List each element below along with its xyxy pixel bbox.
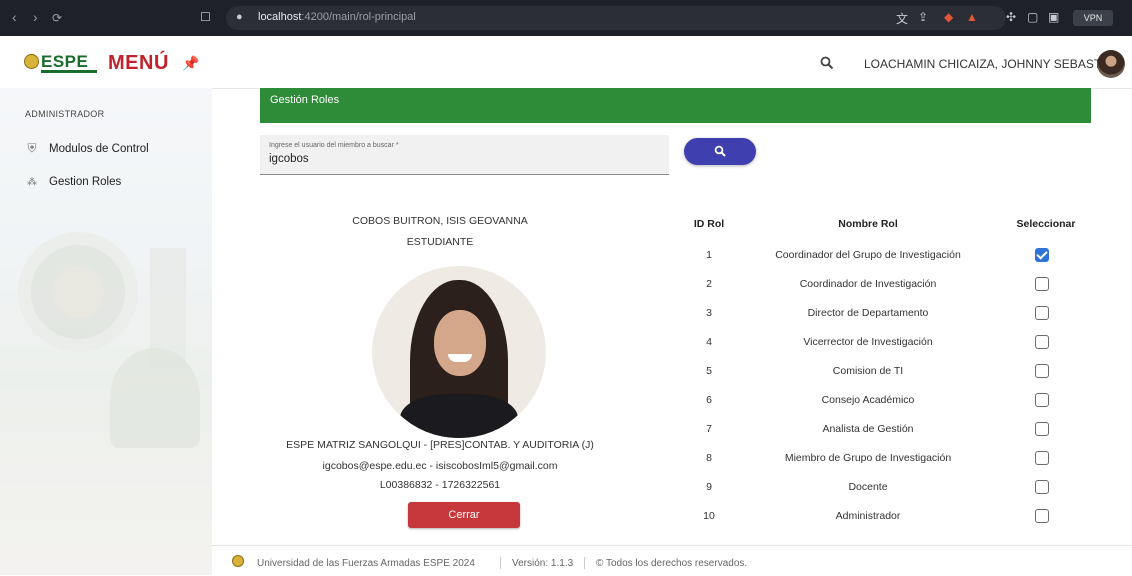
role-name-cell: Miembro de Grupo de Investigación [784,452,952,464]
role-id-cell: 5 [706,365,712,377]
role-select-checkbox[interactable] [1035,393,1049,407]
back-icon[interactable]: ‹ [12,9,17,25]
role-select-checkbox[interactable] [1035,509,1049,523]
user-avatar[interactable] [1097,50,1125,78]
sidebar [0,88,212,575]
sidebar-toggle-icon[interactable]: ▢ [1027,10,1038,24]
role-name-cell: Analista de Gestión [822,423,914,435]
search-icon [714,145,726,157]
role-select-checkbox[interactable] [1035,335,1049,349]
espe-logo[interactable]: ESPE [24,52,100,76]
reload-icon[interactable]: ⟳ [52,11,62,25]
user-name[interactable]: LOACHAMIN CHICAIZA, JOHNNY SEBASTIAN [864,57,1121,71]
role-name-cell: Director de Departamento [807,307,929,319]
footer: Universidad de las Fuerzas Armadas ESPE … [212,545,1132,576]
url-host: localhost [258,11,302,23]
role-id-cell: 6 [706,394,712,406]
brave-rewards-icon[interactable]: ▲ [966,10,978,24]
role-id-cell: 9 [706,481,712,493]
sidebar-item-label: Gestion Roles [49,176,122,188]
role-name-cell: Coordinador de Investigación [799,278,937,290]
browser-chrome: ‹ › ⟳ ☐ ● localhost:4200/main/rol-princi… [0,0,1132,36]
role-name-cell: Vicerrector de Investigación [803,336,933,348]
role-name-cell: Docente [848,481,888,493]
page-title: Gestión Roles [270,94,340,106]
search-input-value[interactable]: igcobos [269,153,309,165]
role-select-checkbox[interactable] [1035,306,1049,320]
pin-icon[interactable]: 📌 [182,55,199,72]
url-text[interactable]: localhost:4200/main/rol-principal [258,11,416,23]
espe-seal-icon [24,54,39,69]
logo-text: ESPE [41,52,89,71]
role-select-checkbox[interactable] [1035,422,1049,436]
role-select-checkbox[interactable] [1035,451,1049,465]
role-select-checkbox[interactable] [1035,277,1049,291]
logo-underline [41,70,97,73]
role-select-checkbox[interactable] [1035,480,1049,494]
profile-photo [372,266,546,438]
role-id-cell: 1 [706,249,712,261]
url-path: :4200/main/rol-principal [301,11,416,23]
page-banner: Gestión Roles [260,88,1091,123]
sidebar-item-gestion-roles[interactable]: ⁂ Gestion Roles [25,176,121,188]
share-icon[interactable]: ⇪ [918,10,928,24]
menu-title: MENÚ [108,52,169,74]
footer-university: Universidad de las Fuerzas Armadas ESPE … [257,558,475,569]
site-info-icon[interactable]: ● [236,11,243,23]
search-icon[interactable] [820,56,834,75]
translate-icon[interactable]: 文 [896,10,908,27]
role-id-cell: 2 [706,278,712,290]
bookmark-icon[interactable]: ☐ [200,10,211,24]
role-id-cell: 8 [706,452,712,464]
column-header-name: Nombre Rol [838,218,898,230]
role-name-cell: Consejo Académico [821,394,915,406]
role-id-cell: 7 [706,423,712,435]
role-select-checkbox[interactable] [1035,364,1049,378]
profile-campus: ESPE MATRIZ SANGOLQUI - [PRES]CONTAB. Y … [286,439,594,451]
espe-seal-icon [232,555,244,567]
users-icon: ⁂ [27,176,37,188]
brave-shield-icon[interactable]: ◆ [944,10,953,24]
profile-role: ESTUDIANTE [406,236,474,248]
column-header-select: Seleccionar [1016,218,1076,230]
footer-version: Versión: 1.1.3 [512,558,574,569]
role-select-checkbox[interactable] [1035,248,1049,262]
profile-name: COBOS BUITRON, ISIS GEOVANNA [352,215,528,227]
sidebar-item-label: Modulos de Control [49,142,149,155]
search-button[interactable] [684,138,756,165]
role-name-cell: Comision de TI [832,365,904,377]
column-header-id: ID Rol [693,218,725,230]
vpn-button[interactable]: VPN [1073,10,1113,26]
footer-rights: © Todos los derechos reservados. [596,558,748,569]
role-name-cell: Coordinador del Grupo de Investigación [775,249,961,261]
role-name-cell: Administrador [835,510,901,522]
role-id-cell: 4 [706,336,712,348]
profile-ids: L00386832 - 1726322561 [379,479,501,491]
search-input-label: Ingrese el usuario del miembro a buscar … [269,142,399,149]
sidebar-section-title: ADMINISTRADOR [25,109,105,119]
sidebar-item-modulos-control[interactable]: ⛨ Modulos de Control [25,141,149,156]
forward-icon[interactable]: › [33,9,38,25]
close-button[interactable]: Cerrar [408,502,520,528]
role-id-cell: 3 [706,307,712,319]
shield-icon: ⛨ [27,141,37,155]
extensions-icon[interactable]: ✣ [1006,10,1016,24]
role-id-cell: 10 [703,510,715,522]
wallet-icon[interactable]: ▣ [1048,10,1059,24]
member-search-input[interactable]: Ingrese el usuario del miembro a buscar … [260,135,669,175]
profile-emails: igcobos@espe.edu.ec - isiscobosIml5@gmai… [322,460,558,472]
